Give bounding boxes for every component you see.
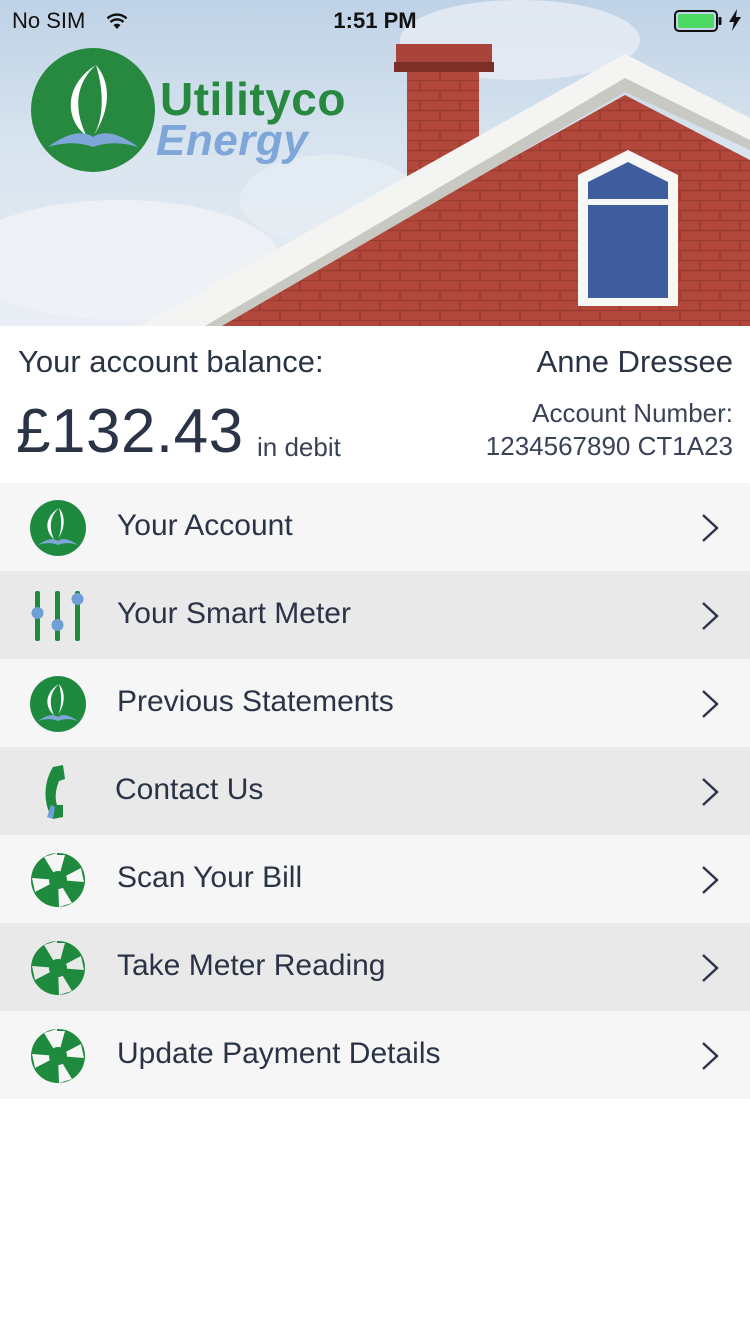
chevron-right-icon bbox=[700, 865, 720, 900]
menu-item-label: Contact Us bbox=[115, 773, 264, 806]
balance-amount: £132.43 bbox=[16, 397, 244, 466]
sliders-icon bbox=[29, 587, 87, 645]
chevron-right-icon bbox=[700, 1041, 720, 1076]
chevron-right-icon bbox=[700, 689, 720, 724]
flame-logo-icon bbox=[29, 675, 87, 733]
header-hero: No SIM 1:51 PM Utilityco Energy bbox=[0, 0, 750, 326]
brand-logo-icon bbox=[30, 47, 156, 178]
menu-item-take-meter-reading[interactable]: Take Meter Reading bbox=[0, 923, 750, 1011]
balance-status: in debit bbox=[257, 432, 341, 462]
camera-shutter-icon bbox=[29, 1027, 87, 1085]
menu-item-label: Take Meter Reading bbox=[117, 949, 386, 982]
menu-item-label: Update Payment Details bbox=[117, 1037, 441, 1070]
main-menu: Your Account Your Smart Meter Previous S… bbox=[0, 483, 750, 1099]
chevron-right-icon bbox=[700, 513, 720, 548]
menu-item-previous-statements[interactable]: Previous Statements bbox=[0, 659, 750, 747]
brand-name-line2: Energy bbox=[156, 116, 309, 165]
camera-shutter-icon bbox=[29, 851, 87, 909]
chevron-right-icon bbox=[700, 953, 720, 988]
status-time: 1:51 PM bbox=[333, 8, 417, 33]
phone-icon bbox=[29, 763, 87, 821]
account-holder-name: Anne Dressee bbox=[536, 344, 733, 379]
menu-item-your-account[interactable]: Your Account bbox=[0, 483, 750, 571]
account-number-label: Account Number: bbox=[532, 398, 733, 428]
menu-item-update-payment-details[interactable]: Update Payment Details bbox=[0, 1011, 750, 1099]
flame-logo-icon bbox=[29, 499, 87, 557]
account-number-value: 1234567890 CT1A23 bbox=[485, 431, 733, 461]
menu-item-label: Your Smart Meter bbox=[117, 597, 351, 630]
menu-item-label: Previous Statements bbox=[117, 685, 394, 718]
balance-label: Your account balance: bbox=[18, 344, 324, 379]
menu-item-scan-bill[interactable]: Scan Your Bill bbox=[0, 835, 750, 923]
menu-item-contact-us[interactable]: Contact Us bbox=[0, 747, 750, 835]
chevron-right-icon bbox=[700, 601, 720, 636]
chevron-right-icon bbox=[700, 777, 720, 812]
menu-item-label: Your Account bbox=[117, 509, 293, 542]
charging-bolt-icon bbox=[728, 8, 742, 38]
menu-item-label: Scan Your Bill bbox=[117, 861, 303, 894]
account-summary: Your account balance: Anne Dressee £132.… bbox=[0, 326, 750, 483]
menu-item-smart-meter[interactable]: Your Smart Meter bbox=[0, 571, 750, 659]
camera-shutter-icon bbox=[29, 939, 87, 997]
battery-full-icon bbox=[674, 10, 722, 38]
status-bar: No SIM 1:51 PM bbox=[0, 0, 750, 40]
